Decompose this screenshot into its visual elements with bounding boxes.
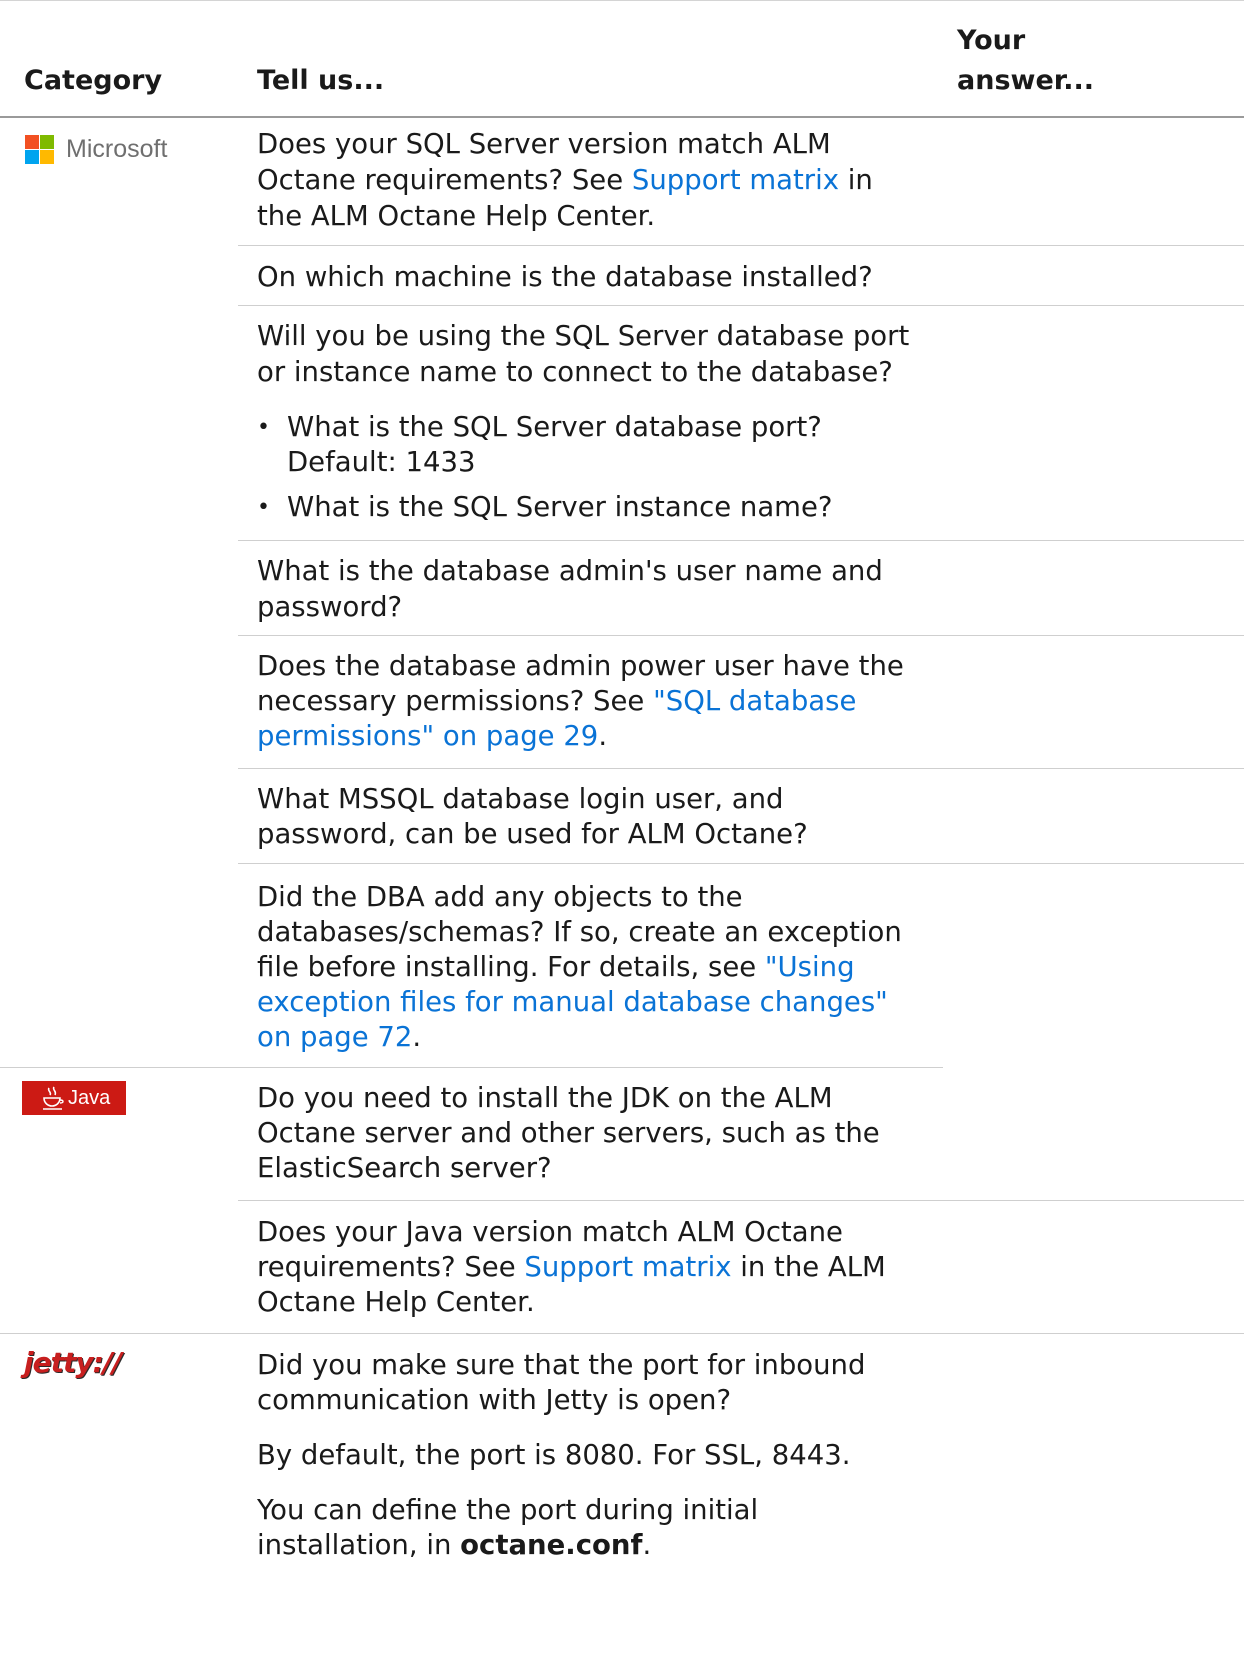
header-divider: [0, 116, 1244, 118]
row3-bullet1-line2: Default: 1433: [287, 446, 476, 478]
row10-line2: communication with Jetty is open?: [257, 1384, 732, 1416]
row10-para3-line2: installation, in octane.conf.: [257, 1529, 652, 1561]
row7-line4: exception files for manual database chan…: [257, 984, 888, 1021]
microsoft-logo: Microsoft: [24, 134, 214, 164]
exception-files-link-cont[interactable]: exception files for manual database chan…: [257, 986, 888, 1018]
header-answer-line1: Your: [957, 25, 1026, 56]
row7-line2: databases/schemas? If so, create an exce…: [257, 916, 902, 948]
row-divider: [238, 245, 1244, 246]
row-divider: [238, 635, 1244, 636]
row10-para3-line1: You can define the port during initial: [257, 1494, 759, 1526]
bullet-dot: •: [257, 415, 270, 440]
sql-permissions-link[interactable]: "SQL database: [653, 685, 856, 717]
row8-line2: Octane server and other servers, such as…: [257, 1117, 880, 1149]
row10-para2: By default, the port is 8080. For SSL, 8…: [257, 1439, 851, 1471]
exception-files-link[interactable]: "Using: [765, 951, 855, 983]
row5-line1: Does the database admin power user have …: [257, 650, 904, 682]
support-matrix-link[interactable]: Support matrix: [632, 164, 839, 196]
row5-line2: necessary permissions? See "SQL database: [257, 685, 857, 717]
row-divider: [238, 1200, 1244, 1201]
row3-line2: or instance name to connect to the datab…: [257, 356, 893, 388]
sql-permissions-link-cont[interactable]: permissions" on page 29: [257, 720, 598, 752]
octane-conf-filename: octane.conf: [460, 1529, 643, 1561]
row-divider: [238, 540, 1244, 541]
row10-line1: Did you make sure that the port for inbo…: [257, 1349, 866, 1381]
java-cup-icon: [43, 1086, 64, 1110]
row-divider: [238, 863, 1244, 864]
row9-line2: requirements? See Support matrix in the …: [257, 1251, 886, 1283]
java-logo-text: Java: [68, 1087, 111, 1109]
row9-line1: Does your Java version match ALM Octane: [257, 1216, 843, 1248]
jetty-logo: jetty://: [24, 1345, 184, 1385]
row1-line2: Octane requirements? See Support matrix …: [257, 164, 873, 196]
support-matrix-link-java[interactable]: Support matrix: [524, 1251, 731, 1283]
java-logo: Java: [22, 1081, 126, 1115]
row7-line3: file before installing. For details, see…: [257, 951, 855, 983]
microsoft-logo-text: Microsoft: [66, 135, 168, 163]
row4-line1: What is the database admin's user name a…: [257, 555, 883, 587]
row1-line3: the ALM Octane Help Center.: [257, 200, 656, 232]
row7-line5: on page 72.: [257, 1021, 422, 1053]
header-category: Category: [24, 65, 163, 96]
header-tell-us: Tell us...: [257, 65, 385, 96]
row9-line3: Octane Help Center.: [257, 1286, 535, 1318]
row2-line1: On which machine is the database install…: [257, 261, 873, 293]
header-answer-line2: answer...: [957, 65, 1095, 96]
row7-line1: Did the DBA add any objects to the: [257, 881, 743, 913]
requirements-table: Category Tell us... Your answer... Micro…: [0, 0, 1244, 1667]
row8-line1: Do you need to install the JDK on the AL…: [257, 1082, 833, 1114]
row6-line1: What MSSQL database login user, and: [257, 783, 784, 815]
section-divider: [0, 1333, 1244, 1334]
row6-line2: password, can be used for ALM Octane?: [257, 818, 808, 850]
row5-line3: permissions" on page 29.: [257, 720, 608, 752]
row8-line3: ElasticSearch server?: [257, 1152, 552, 1184]
exception-files-link-page[interactable]: on page 72: [257, 1021, 412, 1053]
row-divider: [238, 305, 1244, 306]
row4-line2: password?: [257, 591, 403, 623]
row3-line1: Will you be using the SQL Server databas…: [257, 320, 910, 352]
row3-bullet2: What is the SQL Server instance name?: [287, 491, 833, 523]
jetty-logo-text: jetty://: [24, 1346, 122, 1379]
row-divider: [238, 768, 1244, 769]
section-divider: [0, 1067, 943, 1068]
row1-line1: Does your SQL Server version match ALM: [257, 128, 831, 160]
bullet-dot: •: [257, 495, 270, 520]
row3-bullet1-line1: What is the SQL Server database port?: [287, 411, 822, 443]
